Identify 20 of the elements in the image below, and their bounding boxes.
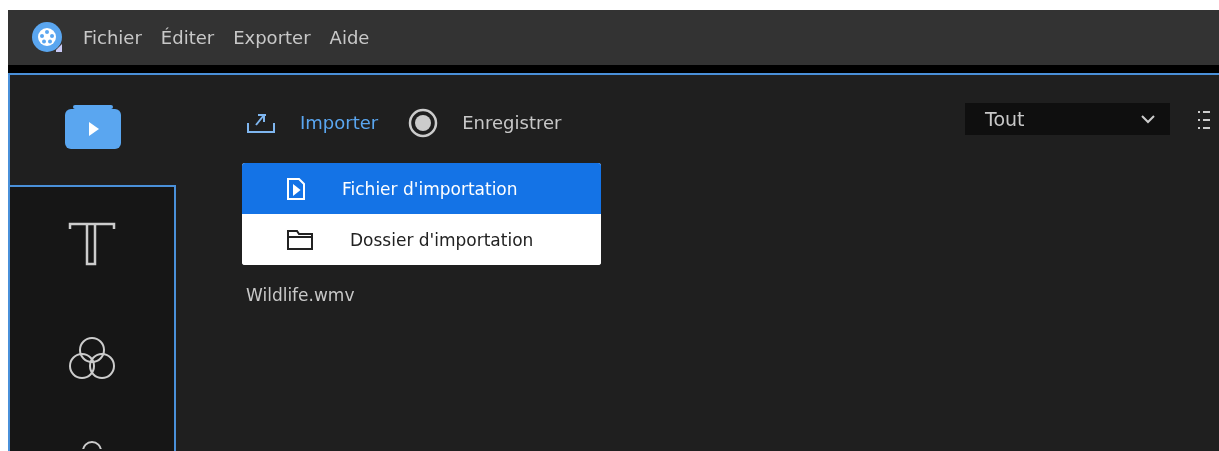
filter-dropdown[interactable]: Tout <box>965 103 1170 135</box>
text-icon <box>67 221 117 267</box>
menu-item[interactable]: Exporter <box>233 27 311 48</box>
record-button[interactable]: Enregistrer <box>408 107 562 138</box>
chevron-down-icon <box>1140 114 1156 124</box>
video-file-icon <box>286 176 306 201</box>
list-view-icon[interactable] <box>1198 109 1210 131</box>
folder-icon <box>286 228 314 251</box>
menu-option[interactable]: Fichier d'importation <box>242 163 601 214</box>
menu-item[interactable]: Aide <box>329 27 370 48</box>
video-icon <box>65 105 121 151</box>
menu-item[interactable]: Fichier <box>83 27 142 48</box>
menu-item[interactable]: Éditer <box>160 27 215 48</box>
sidebar-tab[interactable] <box>10 414 176 451</box>
sidebar-tab[interactable] <box>10 187 176 299</box>
filter-icon <box>67 335 117 381</box>
import-button[interactable]: Importer <box>246 110 379 135</box>
file-name[interactable]: Wildlife.wmv <box>246 285 355 305</box>
app-logo <box>32 22 63 53</box>
record-icon <box>408 107 439 138</box>
